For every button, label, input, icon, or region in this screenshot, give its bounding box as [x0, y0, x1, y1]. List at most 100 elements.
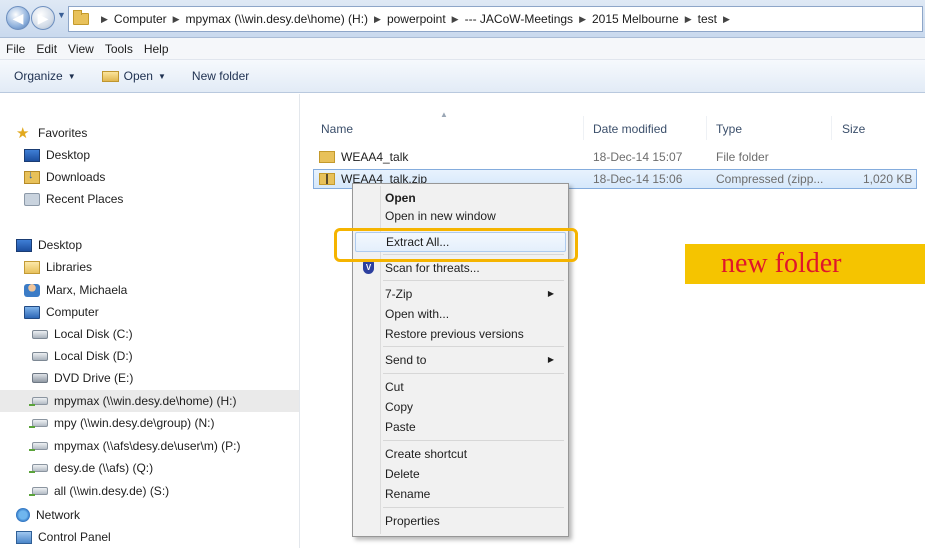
menu-separator [383, 373, 564, 374]
nav-label: Marx, Michaela [46, 283, 128, 297]
menu-item-copy[interactable]: Copy [355, 397, 566, 417]
new-folder-button[interactable]: New folder [192, 69, 249, 83]
menu-item-cut[interactable]: Cut [355, 377, 566, 397]
menu-tools[interactable]: Tools [105, 42, 133, 56]
extract-all-highlight [334, 228, 578, 262]
menu-item-create-shortcut[interactable]: Create shortcut [355, 444, 566, 464]
menu-item-properties[interactable]: Properties [355, 511, 566, 531]
column-divider[interactable] [583, 116, 584, 140]
nav-label: Local Disk (C:) [54, 327, 133, 341]
menu-item-open-new-window[interactable]: Open in new window [355, 206, 566, 226]
nav-desktop-favorite[interactable]: Desktop [24, 144, 90, 166]
chevron-right-icon[interactable]: ▶ [452, 14, 459, 25]
nav-label: Desktop [38, 238, 83, 252]
network-drive-icon [29, 464, 48, 473]
zip-folder-icon [319, 173, 335, 185]
chevron-right-icon[interactable]: ▶ [173, 14, 180, 25]
nav-control-panel[interactable]: Control Panel [16, 526, 111, 548]
chevron-right-icon[interactable]: ▶ [723, 14, 730, 25]
breadcrumb-drive-h[interactable]: mpymax (\\win.desy.de\home) (H:) [186, 12, 369, 26]
file-type: Compressed (zipp... [716, 172, 824, 186]
control-panel-icon [16, 530, 32, 544]
nav-label: Computer [46, 305, 99, 319]
menu-bar: File Edit View Tools Help [0, 38, 925, 60]
nav-local-disk-d[interactable]: Local Disk (D:) [32, 345, 133, 367]
forward-button[interactable]: ▶ [31, 6, 55, 30]
column-header-type[interactable]: Type [716, 122, 742, 136]
file-row[interactable]: WEAA4_talk 18-Dec-14 15:07 File folder [313, 148, 917, 168]
star-icon: ★ [16, 124, 30, 142]
file-date: 18-Dec-14 15:07 [593, 150, 683, 164]
submenu-arrow-icon: ▶ [547, 355, 554, 364]
nav-downloads[interactable]: Downloads [24, 166, 105, 188]
menu-item-send-to[interactable]: Send to ▶ [355, 350, 566, 370]
menu-edit[interactable]: Edit [36, 42, 57, 56]
column-header-size[interactable]: Size [842, 122, 865, 136]
organize-button[interactable]: Organize ▼ [14, 69, 76, 83]
open-label: Open [123, 69, 153, 83]
nav-label: mpymax (\\afs\desy.de\user\m) (P:) [54, 439, 241, 453]
breadcrumb-2015-melbourne[interactable]: 2015 Melbourne [592, 12, 679, 26]
nav-network[interactable]: Network [16, 504, 80, 526]
breadcrumb-computer[interactable]: Computer [114, 12, 167, 26]
libraries-icon [24, 260, 40, 274]
menu-item-delete[interactable]: Delete [355, 464, 566, 484]
chevron-right-icon[interactable]: ▶ [101, 14, 108, 25]
menu-view[interactable]: View [68, 42, 94, 56]
breadcrumb[interactable]: ▶ Computer ▶ mpymax (\\win.desy.de\home)… [68, 6, 923, 32]
chevron-right-icon[interactable]: ▶ [579, 14, 586, 25]
nav-drive-q[interactable]: desy.de (\\afs) (Q:) [29, 457, 153, 479]
column-divider[interactable] [706, 116, 707, 140]
folder-icon [319, 151, 335, 163]
file-name-cell: WEAA4_talk [319, 150, 408, 164]
network-drive-icon [29, 397, 48, 406]
menu-item-label: Send to [385, 353, 427, 367]
open-button[interactable]: Open ▼ [101, 69, 166, 83]
nav-dvd-drive[interactable]: DVD Drive (E:) [32, 367, 133, 389]
breadcrumb-test[interactable]: test [698, 12, 717, 26]
user-icon [24, 283, 40, 297]
nav-recent-places[interactable]: Recent Places [24, 188, 123, 210]
nav-label: all (\\win.desy.de) (S:) [54, 484, 170, 498]
menu-item-label: 7-Zip [385, 287, 413, 301]
nav-label: Local Disk (D:) [54, 349, 133, 363]
nav-local-disk-c[interactable]: Local Disk (C:) [32, 323, 133, 345]
recent-pages-dropdown-icon[interactable]: ▼ [57, 10, 66, 20]
nav-drive-n[interactable]: mpy (\\win.desy.de\group) (N:) [29, 412, 215, 434]
column-divider[interactable] [831, 116, 832, 140]
back-button[interactable]: ◀ [6, 6, 30, 30]
menu-item-restore-versions[interactable]: Restore previous versions [355, 324, 566, 344]
organize-label: Organize [14, 69, 63, 83]
nav-drive-p[interactable]: mpymax (\\afs\desy.de\user\m) (P:) [29, 435, 241, 457]
nav-desktop[interactable]: Desktop [16, 234, 82, 256]
column-header-date[interactable]: Date modified [593, 122, 667, 136]
menu-item-open[interactable]: Open [355, 188, 566, 208]
menu-file[interactable]: File [6, 42, 25, 56]
nav-computer[interactable]: Computer [24, 301, 99, 323]
nav-drive-s[interactable]: all (\\win.desy.de) (S:) [29, 480, 170, 502]
file-name: WEAA4_talk [341, 150, 409, 164]
submenu-arrow-icon: ▶ [547, 289, 554, 298]
breadcrumb-powerpoint[interactable]: powerpoint [387, 12, 446, 26]
file-date: 18-Dec-14 15:06 [593, 172, 683, 186]
nav-favorites[interactable]: ★ Favorites [16, 122, 87, 144]
annotation-label: new folder [685, 244, 925, 284]
column-header-name[interactable]: Name [321, 122, 353, 136]
nav-user[interactable]: Marx, Michaela [24, 279, 127, 301]
network-drive-icon [29, 442, 48, 451]
menu-item-rename[interactable]: Rename [355, 484, 566, 504]
menu-item-7zip[interactable]: 7-Zip ▶ [355, 284, 566, 304]
menu-item-paste[interactable]: Paste [355, 417, 566, 437]
navigation-pane[interactable]: ★ Favorites Desktop Downloads Recent Plac… [0, 94, 300, 548]
menu-help[interactable]: Help [144, 42, 169, 56]
nav-drive-h[interactable]: mpymax (\\win.desy.de\home) (H:) [0, 390, 299, 412]
nav-label: mpy (\\win.desy.de\group) (N:) [54, 416, 215, 430]
menu-separator [383, 346, 564, 347]
nav-libraries[interactable]: Libraries [24, 256, 92, 278]
menu-item-open-with[interactable]: Open with... [355, 304, 566, 324]
nav-label: Network [36, 508, 81, 522]
chevron-right-icon[interactable]: ▶ [374, 14, 381, 25]
breadcrumb-jacow-meetings[interactable]: --- JACoW-Meetings [465, 12, 573, 26]
chevron-right-icon[interactable]: ▶ [685, 14, 692, 25]
nav-label: Downloads [46, 170, 106, 184]
